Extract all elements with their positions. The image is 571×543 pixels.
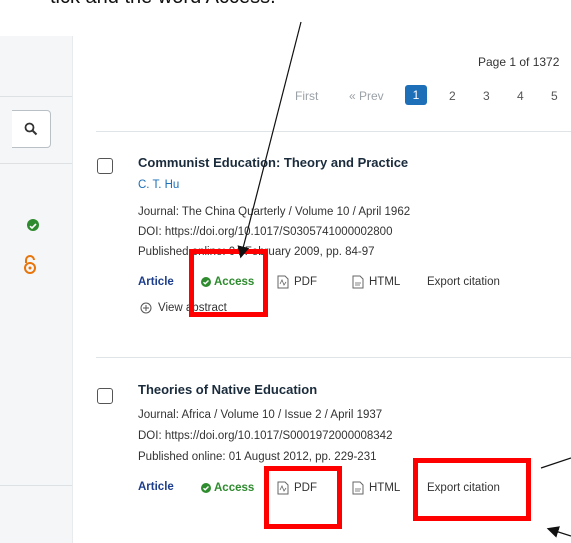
annotation-arrow bbox=[237, 21, 302, 259]
annotation-arrow bbox=[546, 526, 571, 538]
annotation-arrows bbox=[237, 21, 571, 538]
annotation-arrow bbox=[540, 457, 571, 469]
